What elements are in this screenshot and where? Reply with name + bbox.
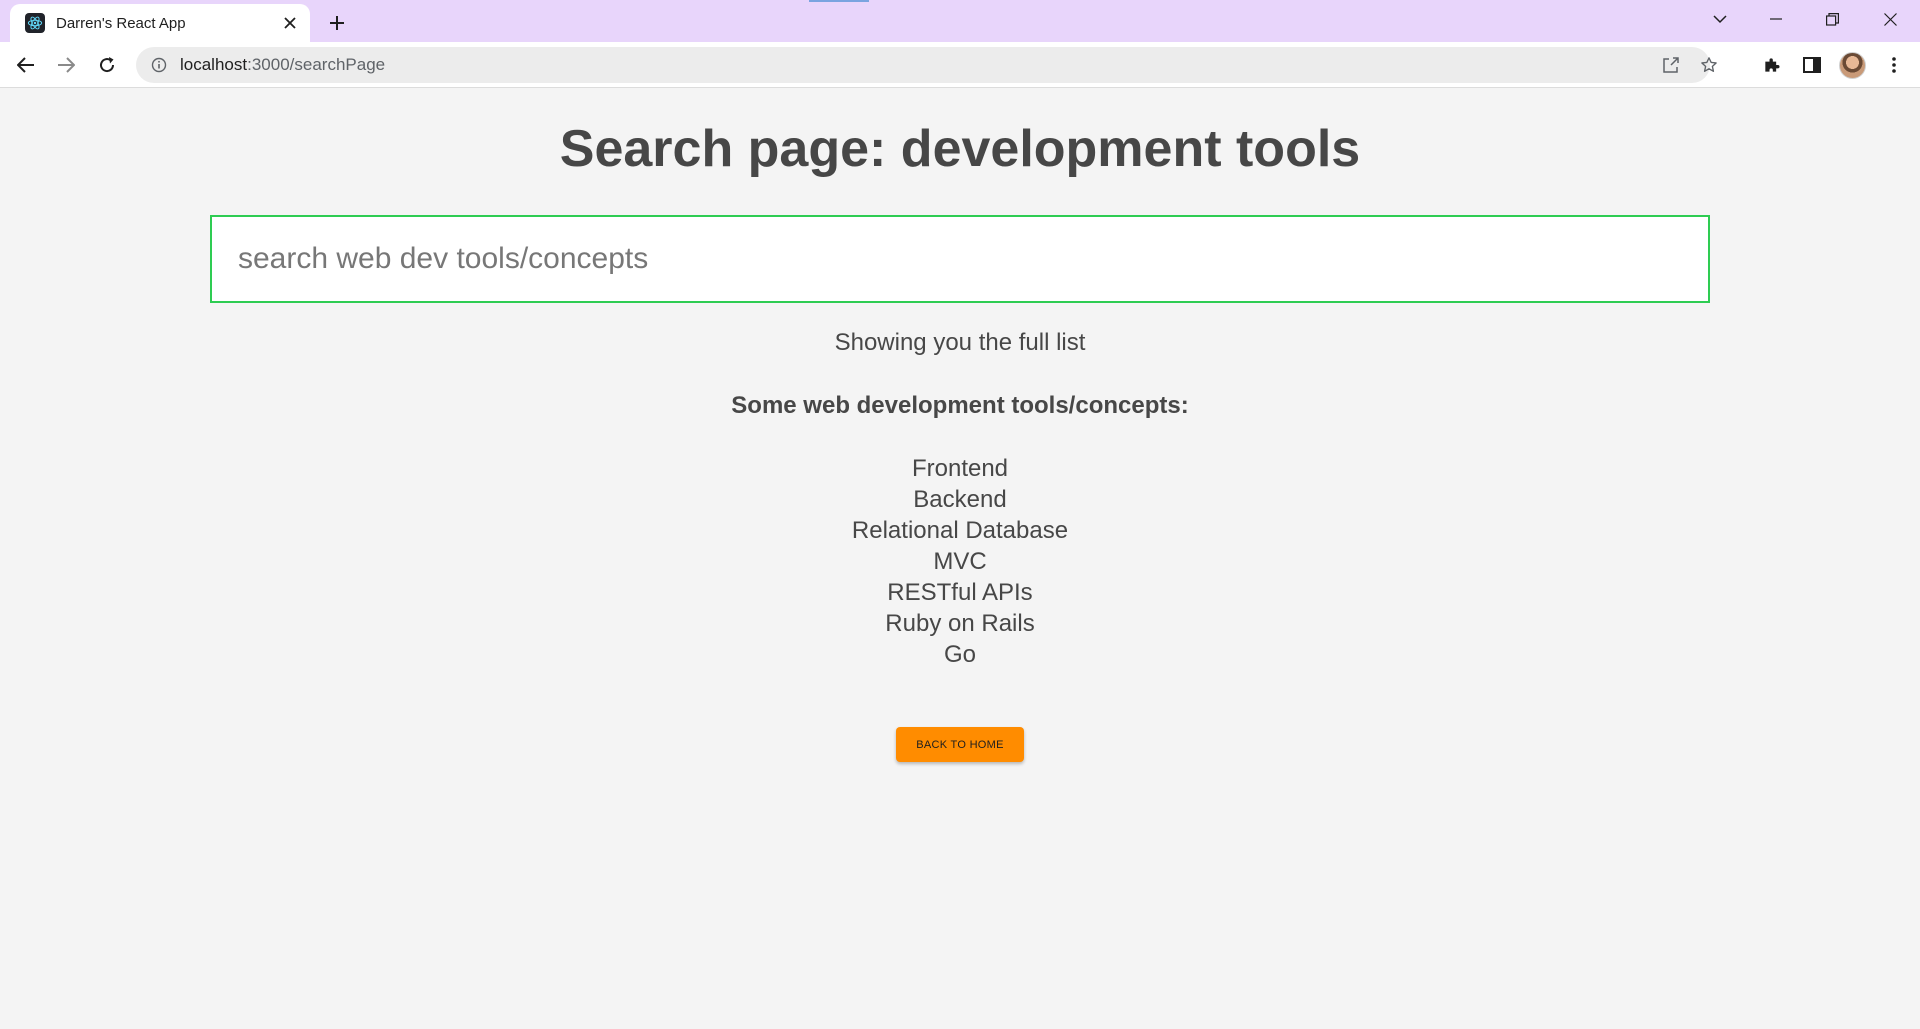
more-vert-icon	[1892, 57, 1896, 73]
tools-list: Frontend Backend Relational Database MVC…	[0, 453, 1920, 670]
bookmark-star-icon[interactable]	[1694, 50, 1724, 80]
reload-button[interactable]	[91, 49, 123, 81]
page-title: Search page: development tools	[559, 120, 1361, 178]
browser-tab[interactable]: Darren's React App	[10, 4, 310, 42]
back-to-home-button[interactable]: BACK TO HOME	[896, 727, 1024, 762]
close-window-button[interactable]	[1862, 0, 1918, 38]
minimize-icon	[1770, 18, 1782, 20]
list-heading: Some web development tools/concepts:	[731, 392, 1189, 419]
share-icon[interactable]	[1656, 50, 1686, 80]
reload-icon	[100, 57, 115, 73]
puzzle-icon	[1765, 58, 1780, 72]
close-icon	[1883, 12, 1897, 26]
address-bar[interactable]: localhost:3000/searchPage	[136, 47, 1717, 83]
new-tab-button[interactable]	[322, 8, 352, 38]
list-item: Go	[943, 641, 976, 668]
minimize-button[interactable]	[1748, 0, 1804, 38]
list-item: Ruby on Rails	[885, 610, 1035, 637]
restore-icon	[1825, 12, 1839, 26]
tab-search-button[interactable]	[1692, 0, 1748, 38]
list-item: MVC	[933, 548, 987, 575]
plus-icon	[330, 16, 344, 30]
restore-button[interactable]	[1804, 0, 1860, 38]
arrow-left-icon	[17, 57, 34, 73]
list-item: Frontend	[911, 455, 1009, 482]
chevron-down-icon	[1713, 15, 1727, 24]
url-text: localhost:3000/searchPage	[180, 55, 385, 75]
page-content: Search page: development tools Showing y…	[0, 89, 1920, 1029]
search-box	[210, 215, 1710, 303]
tab-title: Darren's React App	[56, 14, 186, 32]
list-item: Backend	[913, 486, 1007, 513]
site-info-icon[interactable]	[150, 56, 168, 74]
status-text: Showing you the full list	[834, 329, 1086, 356]
browser-menu-button[interactable]	[1878, 49, 1910, 81]
close-tab-icon[interactable]	[280, 13, 300, 33]
extensions-button[interactable]	[1756, 49, 1788, 81]
browser-toolbar: localhost:3000/searchPage	[0, 42, 1920, 88]
url-host: localhost	[180, 55, 248, 74]
tab-strip: Darren's React App	[0, 0, 1920, 42]
forward-nav-button[interactable]	[50, 49, 82, 81]
side-panel-icon	[1803, 57, 1821, 73]
url-path: :3000/searchPage	[247, 55, 386, 74]
back-nav-button[interactable]	[10, 49, 42, 81]
tab-drag-indicator	[809, 0, 869, 2]
react-logo-icon	[25, 13, 45, 33]
arrow-right-icon	[58, 57, 75, 73]
list-item: Relational Database	[851, 517, 1069, 544]
list-item: RESTful APIs	[887, 579, 1033, 606]
search-input[interactable]	[212, 217, 1708, 301]
profile-avatar[interactable]	[1839, 52, 1866, 79]
side-panel-button[interactable]	[1796, 49, 1828, 81]
